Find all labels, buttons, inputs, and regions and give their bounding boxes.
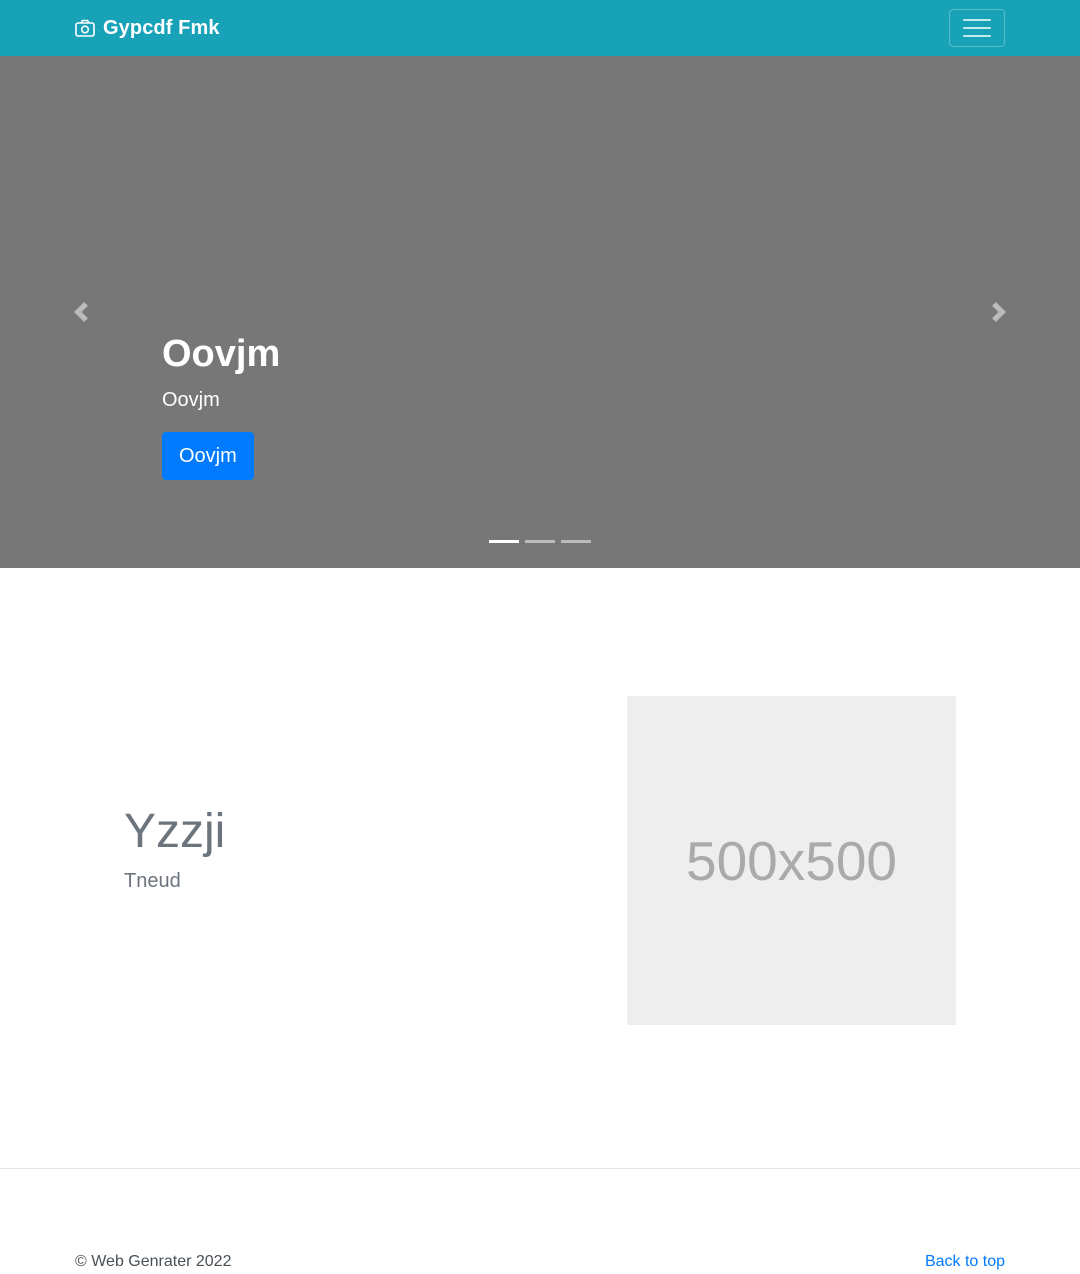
hamburger-menu-icon <box>963 19 991 21</box>
copyright-text: © Web Genrater 2022 <box>75 1253 232 1270</box>
hero-carousel: Oovjm Oovjm Oovjm <box>0 56 1080 568</box>
featurette-image-placeholder: 500x500 <box>627 696 956 1025</box>
featurette-section: Yzzji Tneud 500x500 <box>0 568 1080 1168</box>
featurette-heading: Yzzji <box>124 805 226 858</box>
carousel-indicators <box>0 540 1080 543</box>
carousel-indicator-3[interactable] <box>561 540 591 543</box>
featurette-lead: Tneud <box>124 870 181 892</box>
chevron-left-icon <box>74 302 88 322</box>
carousel-indicator-2[interactable] <box>525 540 555 543</box>
carousel-prev-button[interactable] <box>0 56 162 568</box>
back-to-top-link[interactable]: Back to top <box>925 1253 1005 1271</box>
brand-name: Gypcdf Fmk <box>103 16 220 39</box>
placeholder-size-label: 500x500 <box>685 829 898 892</box>
brand-link[interactable]: Gypcdf Fmk <box>75 14 220 42</box>
navbar: Gypcdf Fmk <box>0 0 1080 56</box>
carousel-next-button[interactable] <box>918 56 1080 568</box>
carousel-caption-title: Oovjm <box>162 333 281 375</box>
carousel-indicator-1[interactable] <box>489 540 519 543</box>
navbar-toggler-button[interactable] <box>949 9 1005 47</box>
carousel-cta-button[interactable]: Oovjm <box>162 431 254 480</box>
chevron-right-icon <box>992 302 1006 322</box>
carousel-caption-text: Oovjm <box>162 388 220 411</box>
carousel-caption: Oovjm Oovjm Oovjm <box>162 332 280 480</box>
footer: © Web Genrater 2022 Back to top <box>0 1169 1080 1274</box>
camera-icon <box>75 19 95 37</box>
